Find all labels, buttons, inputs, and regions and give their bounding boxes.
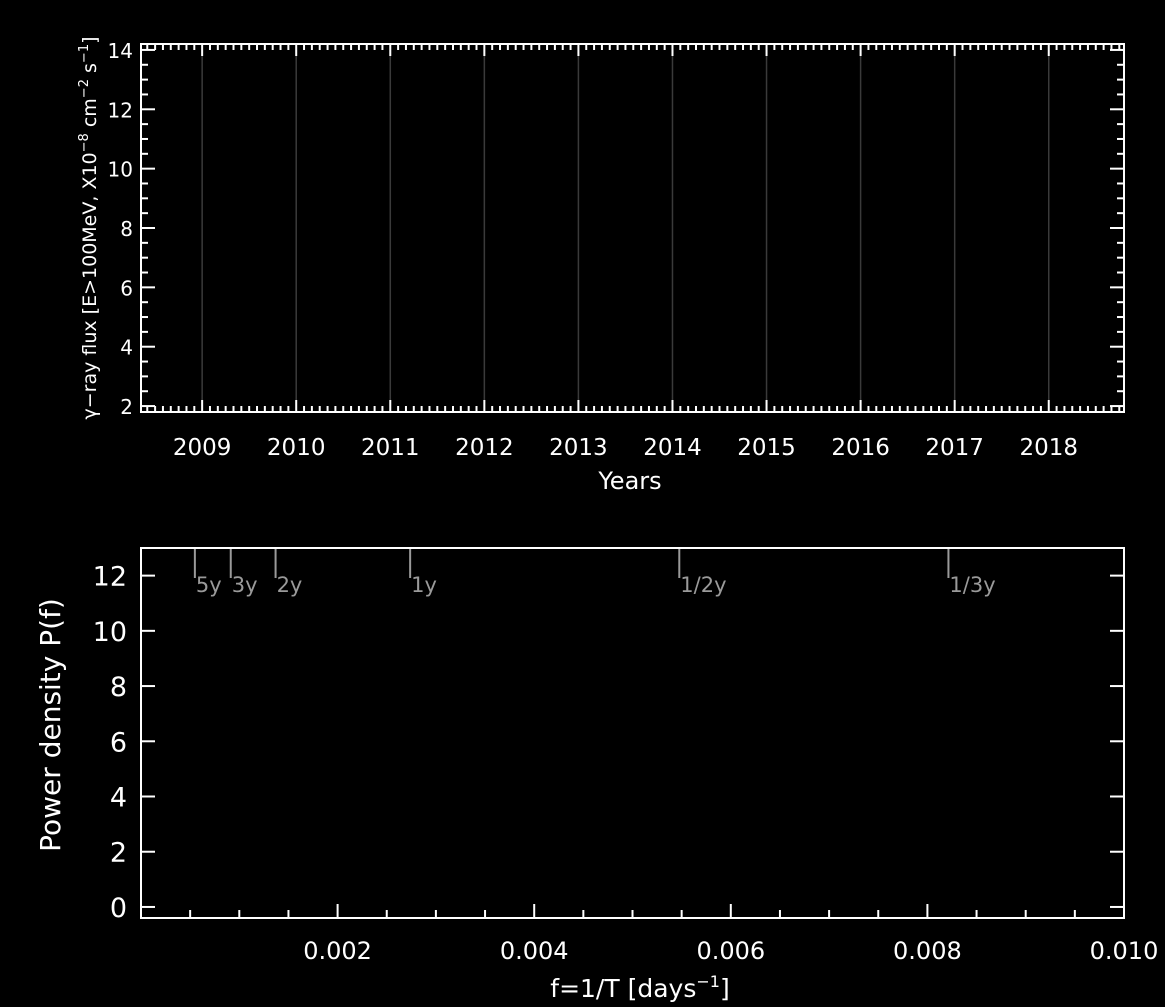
flux-plot-frame: [140, 43, 1125, 413]
power-x-tick-label: 0.008: [893, 937, 962, 965]
flux-x-tick-labels: 2009 2010 2011 2012 2013 2014 2015 2016 2017 2018: [173, 435, 1078, 461]
power-panel: 5y 3y 2y 1y 1/2y 1/3y 0.002 0.004 0.006 0.008 0.0…: [34, 547, 1158, 1003]
power-x-tick-label: 0.006: [696, 937, 765, 965]
power-plot-frame: [140, 547, 1125, 919]
flux-y-tick-label: 4: [120, 336, 133, 360]
power-y-tick-labels: 0 2 4 6 8 10 12: [93, 562, 127, 924]
flux-y-tick-labels: 2 4 6 8 10 12 14: [108, 39, 133, 419]
period-marker-label: 1/2y: [680, 573, 726, 597]
flux-x-tick-label: 2015: [737, 435, 796, 461]
power-y-axis-label: Power density P(f): [34, 598, 67, 852]
flux-x-tick-label: 2013: [549, 435, 608, 461]
period-marker-label: 1/3y: [949, 573, 995, 597]
power-x-tick-labels: 0.002 0.004 0.006 0.008 0.010: [303, 937, 1158, 965]
power-y-tick-label: 8: [110, 672, 127, 703]
flux-y-axis-label: γ−ray flux [E>100MeV, X10−8 cm−2 s−1]: [77, 36, 101, 419]
flux-y-tick-label: 10: [108, 158, 133, 182]
power-x-tick-label: 0.002: [303, 937, 372, 965]
power-y-tick-label: 4: [110, 783, 127, 814]
flux-y-tick-label: 2: [120, 395, 133, 419]
flux-y-tick-label: 8: [120, 217, 133, 241]
flux-x-tick-label: 2010: [267, 435, 326, 461]
flux-x-tick-label: 2017: [925, 435, 984, 461]
power-x-tick-label: 0.004: [500, 937, 569, 965]
flux-x-tick-label: 2016: [831, 435, 890, 461]
power-y-tick-label: 12: [93, 562, 127, 593]
power-y-tick-label: 2: [110, 838, 127, 869]
power-x-axis-label: f=1/T [days−1]: [550, 972, 729, 1003]
period-marker-label: 5y: [196, 573, 222, 597]
power-axis-ticks: [141, 574, 1124, 918]
flux-x-tick-label: 2018: [1019, 435, 1078, 461]
power-y-tick-label: 6: [110, 727, 127, 758]
flux-x-tick-label: 2014: [643, 435, 702, 461]
flux-x-tick-label: 2011: [361, 435, 420, 461]
flux-y-tick-label: 6: [120, 276, 133, 300]
period-marker-label: 3y: [232, 573, 258, 597]
period-marker-label: 1y: [411, 573, 437, 597]
chart-canvas: 2009 2010 2011 2012 2013 2014 2015 2016 2017 2018…: [34, 36, 1158, 1003]
power-x-tick-label: 0.010: [1090, 937, 1159, 965]
flux-y-tick-label: 14: [108, 39, 133, 63]
power-y-tick-label: 0: [110, 893, 127, 924]
period-marker-label: 2y: [277, 573, 303, 597]
flux-x-tick-label: 2012: [455, 435, 514, 461]
flux-x-tick-label: 2009: [173, 435, 232, 461]
flux-x-axis-label: Years: [597, 467, 661, 495]
power-y-tick-label: 10: [93, 617, 127, 648]
flux-panel: 2009 2010 2011 2012 2013 2014 2015 2016 2017 2018…: [77, 36, 1125, 495]
period-markers: 5y 3y 2y 1y 1/2y 1/3y: [193, 548, 996, 597]
year-lines: [201, 44, 1050, 412]
flux-y-tick-label: 12: [108, 98, 133, 122]
flux-axis-ticks: [141, 44, 1124, 412]
